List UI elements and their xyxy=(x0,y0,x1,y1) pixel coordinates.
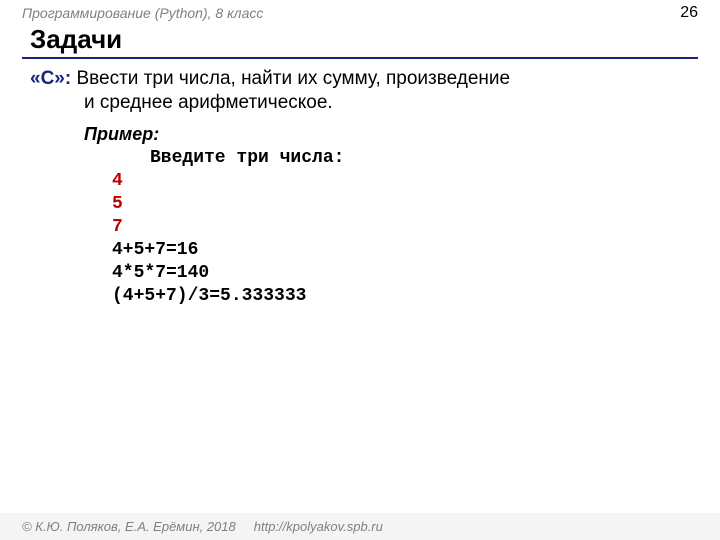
task-line2: и среднее арифметическое. xyxy=(30,91,690,115)
example-label: Пример: xyxy=(30,124,690,145)
copyright: © К.Ю. Поляков, Е.А. Ерёмин, 2018 xyxy=(22,519,236,534)
code-input: 4 xyxy=(112,170,690,193)
footer-link[interactable]: http://kpolyakov.spb.ru xyxy=(254,519,383,534)
header: Программирование (Python), 8 класс 26 xyxy=(0,0,720,24)
course-label: Программирование (Python), 8 класс xyxy=(22,5,263,21)
code-output: (4+5+7)/3=5.333333 xyxy=(112,285,690,308)
slide-body: «C»: Ввести три числа, найти их сумму, п… xyxy=(0,67,720,308)
code-prompt: Введите три числа: xyxy=(112,147,690,170)
task-label: «C»: xyxy=(30,68,71,89)
task-text: «C»: Ввести три числа, найти их сумму, п… xyxy=(30,67,690,116)
footer: © К.Ю. Поляков, Е.А. Ерёмин, 2018 http:/… xyxy=(0,513,720,540)
page-number: 26 xyxy=(680,4,698,22)
code-output: 4+5+7=16 xyxy=(112,239,690,262)
code-output: 4*5*7=140 xyxy=(112,262,690,285)
code-input: 5 xyxy=(112,193,690,216)
example-code: Введите три числа:4574+5+7=164*5*7=140(4… xyxy=(30,147,690,308)
code-input: 7 xyxy=(112,216,690,239)
title-underline xyxy=(22,57,698,59)
page-title: Задачи xyxy=(0,24,720,57)
task-line1: Ввести три числа, найти их сумму, произв… xyxy=(71,68,510,89)
